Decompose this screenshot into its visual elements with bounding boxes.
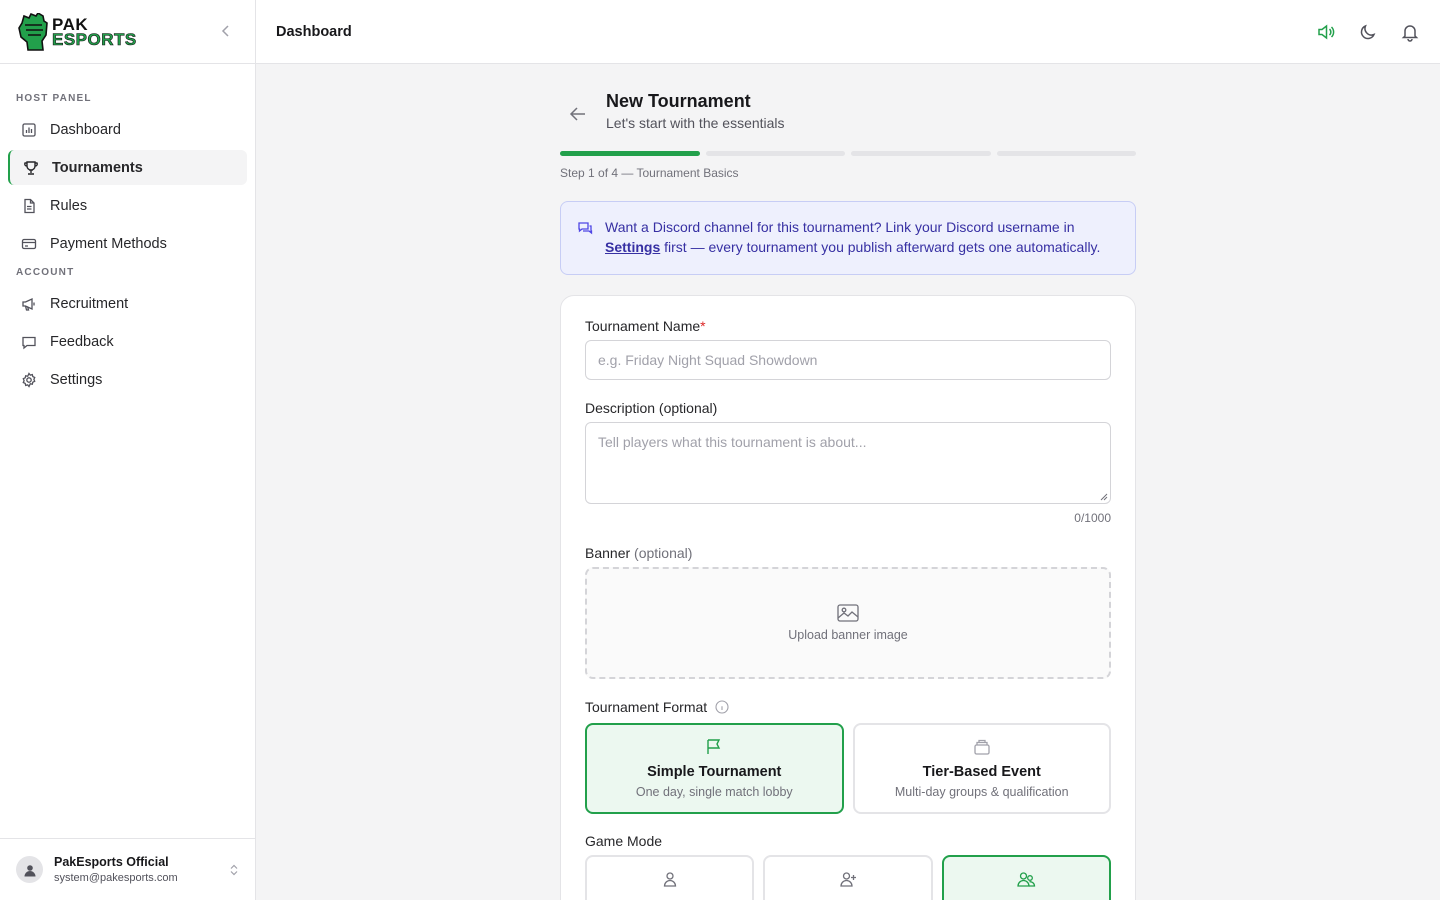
game-mode-squad[interactable] [941, 855, 1111, 900]
sidebar-item-label: Dashboard [50, 121, 121, 138]
game-mode-options [585, 855, 1111, 900]
theme-toggle-button[interactable] [1358, 22, 1378, 42]
progress-segment [705, 151, 845, 156]
sidebar-item-feedback[interactable]: Feedback [8, 324, 247, 359]
sidebar-item-rules[interactable]: Rules [8, 188, 247, 223]
logo-text-line2: ESPORTS [52, 29, 137, 49]
label-text: Tournament Name [585, 318, 701, 334]
game-mode-duo[interactable] [763, 855, 933, 900]
banner-label: Banner (optional) [585, 545, 1111, 561]
label-text: Tournament Format [585, 699, 708, 715]
sidebar-item-tournaments[interactable]: Tournaments [8, 150, 247, 185]
label-text: Banner [585, 545, 631, 561]
step-indicator: Step 1 of 4 — Tournament Basics [560, 166, 739, 180]
users-icon [1017, 872, 1036, 887]
nav-section-account: ACCOUNT [16, 267, 75, 278]
chat-icon [21, 334, 37, 350]
resize-handle-icon[interactable] [1100, 493, 1108, 501]
flag-icon [707, 739, 721, 754]
tournament-name-input[interactable]: e.g. Friday Night Squad Showdown [585, 340, 1111, 380]
sidebar-item-recruitment[interactable]: Recruitment [8, 286, 247, 321]
sidebar: PAK ESPORTS HOST PANEL Dashboard Tournam… [0, 0, 256, 900]
page-subtitle: Let's start with the essentials [606, 115, 785, 131]
notifications-button[interactable] [1400, 22, 1420, 42]
avatar [16, 856, 43, 883]
format-option-title: Tier-Based Event [922, 764, 1041, 780]
progress-segment [560, 151, 700, 156]
sidebar-item-payment-methods[interactable]: Payment Methods [8, 226, 247, 261]
moon-icon [1360, 24, 1376, 39]
format-options: Simple Tournament One day, single match … [585, 723, 1111, 814]
logo[interactable]: PAK ESPORTS [16, 12, 137, 51]
credit-card-icon [21, 236, 37, 252]
tournament-name-label: Tournament Name* [585, 318, 1111, 334]
user-plus-icon [840, 872, 856, 887]
sidebar-item-label: Settings [50, 371, 103, 388]
page-title: New Tournament [606, 91, 751, 111]
discord-chat-icon [578, 222, 593, 235]
description-label: Description (optional) [585, 400, 718, 416]
trophy-icon [23, 160, 39, 176]
user-icon [663, 872, 676, 887]
user-email: system@pakesports.com [54, 871, 178, 884]
notice-text: Want a Discord channel for this tourname… [605, 217, 1119, 259]
upload-text: Upload banner image [788, 628, 908, 642]
breadcrumb: Dashboard [276, 23, 352, 40]
settings-link[interactable]: Settings [605, 239, 660, 255]
character-counter: 0/1000 [1074, 511, 1111, 525]
step-progress-bar [560, 151, 1136, 156]
user-avatar-icon [24, 864, 35, 876]
main-content: New Tournament Let's start with the esse… [560, 64, 1136, 900]
collapse-sidebar-button[interactable] [217, 22, 235, 40]
banner-upload-dropzone[interactable]: Upload banner image [585, 567, 1111, 679]
chevron-up-down-icon [230, 864, 238, 875]
format-option-tier[interactable]: Tier-Based Event Multi-day groups & qual… [852, 723, 1111, 814]
arrow-left-icon [569, 107, 585, 121]
image-icon [837, 604, 859, 622]
sidebar-item-label: Feedback [50, 333, 114, 350]
back-button[interactable] [568, 104, 588, 124]
sidebar-item-label: Recruitment [50, 295, 129, 312]
topbar: Dashboard [256, 0, 1440, 64]
notice-text-after: first — every tournament you publish aft… [660, 239, 1101, 255]
bell-icon [1401, 24, 1419, 42]
sidebar-item-label: Payment Methods [50, 235, 167, 252]
speaker-icon [1318, 23, 1335, 40]
user-menu[interactable]: PakEsports Official system@pakesports.co… [0, 838, 255, 900]
tournament-format-label: Tournament Format [585, 699, 1111, 715]
nav-section-host-panel: HOST PANEL [16, 93, 92, 104]
tournament-basics-form: Tournament Name* e.g. Friday Night Squad… [560, 295, 1136, 900]
format-option-simple[interactable]: Simple Tournament One day, single match … [585, 723, 844, 814]
format-option-desc: Multi-day groups & qualification [894, 785, 1069, 799]
user-name: PakEsports Official [54, 854, 169, 869]
description-textarea[interactable]: Tell players what this tournament is abo… [585, 422, 1111, 504]
fist-logo-icon [18, 12, 48, 51]
megaphone-icon [21, 296, 37, 312]
layers-icon [974, 739, 990, 755]
format-option-title: Simple Tournament [647, 764, 782, 780]
progress-segment [996, 151, 1136, 156]
bar-chart-icon [21, 122, 37, 138]
sidebar-item-label: Rules [50, 197, 88, 214]
sidebar-item-settings[interactable]: Settings [8, 362, 247, 397]
chevron-left-icon [221, 25, 229, 37]
sidebar-item-label: Tournaments [52, 159, 143, 176]
sidebar-item-dashboard[interactable]: Dashboard [8, 112, 247, 147]
description-placeholder: Tell players what this tournament is abo… [598, 434, 867, 450]
logo-bar: PAK ESPORTS [0, 0, 255, 64]
optional-tag: (optional) [634, 545, 693, 561]
required-mark: * [700, 318, 706, 334]
game-mode-solo[interactable] [585, 855, 755, 900]
discord-notice: Want a Discord channel for this tourname… [560, 201, 1136, 275]
progress-segment [851, 151, 991, 156]
document-icon [21, 198, 37, 214]
info-icon[interactable] [715, 700, 729, 714]
sound-toggle-button[interactable] [1316, 22, 1336, 42]
format-option-desc: One day, single match lobby [635, 785, 793, 799]
page-header: New Tournament Let's start with the esse… [560, 90, 1136, 131]
gear-icon [21, 371, 37, 388]
notice-text-before: Want a Discord channel for this tourname… [605, 219, 1075, 235]
game-mode-label: Game Mode [585, 833, 663, 849]
